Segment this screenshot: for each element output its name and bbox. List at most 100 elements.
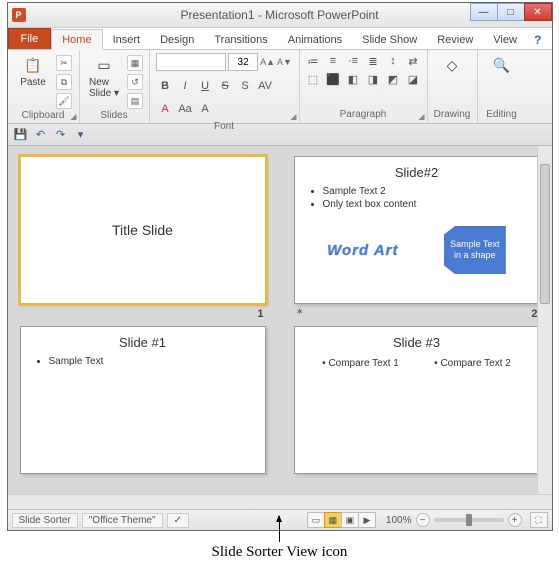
arrow-icon: [279, 516, 280, 542]
app-window: P Presentation1 - Microsoft PowerPoint —…: [7, 2, 553, 531]
tab-view[interactable]: View: [483, 30, 527, 49]
slide-thumb-2[interactable]: Slide#2 Sample Text 2 Only text box cont…: [294, 156, 540, 304]
group-clipboard-label: Clipboard: [22, 109, 65, 123]
scroll-thumb[interactable]: [540, 164, 550, 304]
slide-title-text: Slide #1: [31, 335, 255, 350]
vertical-scrollbar[interactable]: [537, 146, 552, 494]
tab-review[interactable]: Review: [427, 30, 483, 49]
annotation-callout: Slide Sorter View icon: [0, 516, 559, 561]
compare-right-text: Compare Text 2: [434, 358, 511, 369]
clipboard-launcher-icon[interactable]: ◢: [70, 112, 76, 121]
font-name-combo[interactable]: [156, 53, 226, 71]
spacing-button[interactable]: AV: [256, 78, 274, 94]
minimize-button[interactable]: —: [470, 3, 498, 21]
bold-button[interactable]: B: [156, 78, 174, 94]
undo-icon[interactable]: ↶: [34, 128, 48, 142]
bullet-text: Sample Text: [49, 356, 255, 367]
line-spacing-button[interactable]: ↕: [384, 53, 402, 69]
slide-thumb-1[interactable]: Title Slide 1: [20, 156, 266, 304]
align-justify-button[interactable]: ◨: [364, 71, 382, 87]
group-slides-label: Slides: [100, 109, 127, 123]
new-slide-button[interactable]: ▭ New Slide ▾: [85, 53, 123, 99]
copy-icon[interactable]: ⧉: [56, 74, 72, 90]
cut-icon[interactable]: ✂: [56, 55, 72, 71]
editing-button[interactable]: 🔍: [483, 53, 521, 75]
slide-title-text: Title Slide: [112, 222, 173, 238]
transition-icon: ✶: [296, 307, 304, 318]
slide-sorter-pane[interactable]: Title Slide 1 Slide#2 Sample Text 2 Only…: [8, 146, 552, 494]
group-paragraph-label: Paragraph: [340, 108, 387, 122]
section-icon[interactable]: ▤: [127, 93, 143, 109]
new-slide-label: New Slide ▾: [89, 77, 119, 99]
align-center-button[interactable]: ⬛: [324, 71, 342, 87]
shrink-font-icon[interactable]: A▼: [277, 57, 292, 67]
qat-dropdown-icon[interactable]: ▾: [74, 128, 88, 142]
slide-canvas: Slide#2 Sample Text 2 Only text box cont…: [294, 156, 540, 304]
slide-thumb-3[interactable]: Slide #1 Sample Text: [20, 326, 266, 474]
slide-number: 1: [257, 308, 263, 320]
ribbon-tabs: File Home Insert Design Transitions Anim…: [8, 28, 552, 50]
paste-button[interactable]: 📋 Paste: [14, 53, 52, 88]
layout-icon[interactable]: ▦: [127, 55, 143, 71]
indent-inc-button[interactable]: ≣: [364, 53, 382, 69]
slide-title-text: Slide #3: [305, 335, 529, 350]
paragraph-launcher-icon[interactable]: ◢: [418, 112, 424, 121]
change-case-button[interactable]: Aa: [176, 101, 194, 117]
format-painter-icon[interactable]: 🖌: [56, 93, 72, 109]
font-color-button[interactable]: A: [156, 101, 174, 117]
tab-insert[interactable]: Insert: [103, 30, 151, 49]
slide-title-text: Slide#2: [305, 165, 529, 180]
group-font-label: Font: [214, 120, 234, 134]
numbering-button[interactable]: ≡: [324, 53, 342, 69]
callout-text: Slide Sorter View icon: [0, 544, 559, 561]
new-slide-icon: ▭: [94, 55, 114, 75]
group-editing-label: Editing: [486, 108, 517, 122]
align-left-button[interactable]: ⬚: [304, 71, 322, 87]
slide-canvas: Title Slide: [20, 156, 266, 304]
tab-transitions[interactable]: Transitions: [204, 30, 277, 49]
shape-text: Sample Text in a shape: [444, 226, 506, 274]
align-right-button[interactable]: ◧: [344, 71, 362, 87]
underline-button[interactable]: U: [196, 78, 214, 94]
ribbon: 📋 Paste ✂ ⧉ 🖌 Clipboard ◢ ▭ New Slide ▾: [8, 50, 552, 124]
paragraph-buttons: ≔ ≡ ·≡ ≣ ↕ ⇄ ⬚ ⬛ ◧ ◨ ◩ ◪: [304, 53, 422, 87]
shadow-button[interactable]: S: [236, 78, 254, 94]
group-drawing-label: Drawing: [434, 108, 471, 122]
font-launcher-icon[interactable]: ◢: [290, 112, 296, 121]
tab-home[interactable]: Home: [51, 29, 102, 50]
save-icon[interactable]: 💾: [14, 128, 28, 142]
horizontal-scrollbar[interactable]: [8, 494, 552, 509]
bullet-text: Sample Text 2: [323, 186, 529, 197]
clear-format-button[interactable]: A: [196, 101, 214, 117]
redo-icon[interactable]: ↷: [54, 128, 68, 142]
tab-design[interactable]: Design: [150, 30, 204, 49]
font-size-combo[interactable]: 32: [228, 53, 258, 71]
text-direction-button[interactable]: ⇄: [404, 53, 422, 69]
bullets-button[interactable]: ≔: [304, 53, 322, 69]
maximize-button[interactable]: □: [497, 3, 525, 21]
slide-canvas: Slide #1 Sample Text: [20, 326, 266, 474]
window-controls: — □ ✕: [471, 3, 552, 21]
tab-file[interactable]: File: [8, 28, 52, 49]
paste-icon: 📋: [23, 55, 43, 75]
slide-thumb-4[interactable]: Slide #3 Compare Text 1 Compare Text 2: [294, 326, 540, 474]
tab-animations[interactable]: Animations: [278, 30, 352, 49]
convert-smartart-button[interactable]: ◪: [404, 71, 422, 87]
indent-dec-button[interactable]: ·≡: [344, 53, 362, 69]
columns-button[interactable]: ◩: [384, 71, 402, 87]
drawing-button[interactable]: ◇: [433, 53, 471, 75]
bullet-text: Only text box content: [323, 199, 529, 210]
reset-icon[interactable]: ↺: [127, 74, 143, 90]
titlebar: P Presentation1 - Microsoft PowerPoint —…: [8, 3, 552, 28]
help-icon[interactable]: ?: [530, 31, 545, 49]
tab-slideshow[interactable]: Slide Show: [352, 30, 427, 49]
slide-canvas: Slide #3 Compare Text 1 Compare Text 2: [294, 326, 540, 474]
app-icon: P: [12, 8, 26, 22]
grow-font-icon[interactable]: A▲: [260, 57, 275, 67]
window-title: Presentation1 - Microsoft PowerPoint: [180, 8, 378, 22]
close-button[interactable]: ✕: [524, 3, 552, 21]
strike-button[interactable]: S: [216, 78, 234, 94]
wordart-text: Word Art: [327, 242, 398, 259]
find-icon: 🔍: [492, 55, 512, 75]
italic-button[interactable]: I: [176, 78, 194, 94]
